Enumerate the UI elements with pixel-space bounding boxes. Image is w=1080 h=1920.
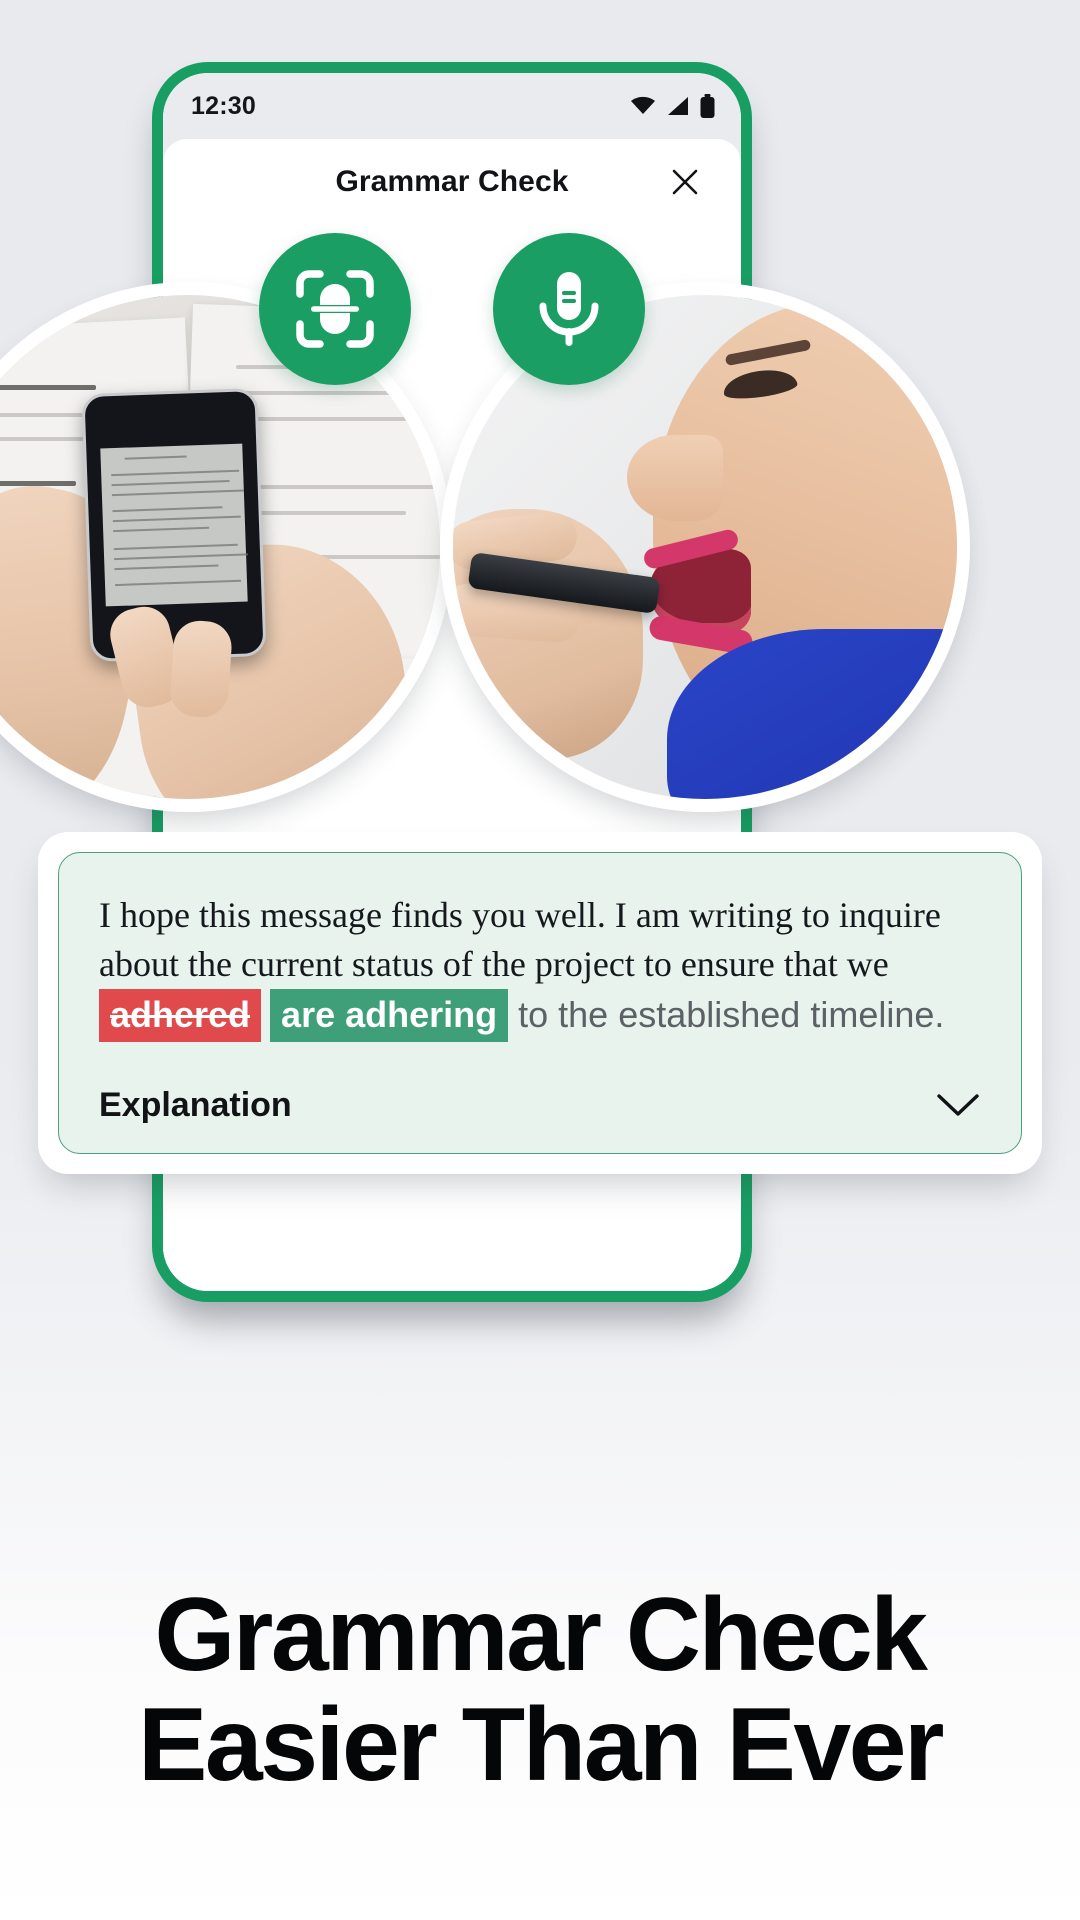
document-scan-icon — [296, 270, 374, 348]
headline-line-1: Grammar Check — [154, 1577, 928, 1693]
grammar-result-card: I hope this message finds you well. I am… — [38, 832, 1042, 1174]
explanation-label: Explanation — [99, 1085, 292, 1124]
chevron-down-icon — [937, 1094, 979, 1117]
close-icon-glyph — [672, 169, 698, 195]
sentence-part-2: to the established timeline. — [508, 993, 945, 1035]
nose — [627, 435, 723, 521]
grammar-result-inner: I hope this message finds you well. I am… — [58, 852, 1022, 1154]
sentence-part-1: I hope this message finds you well. I am… — [99, 895, 941, 984]
page-title: Grammar Check — [335, 165, 569, 198]
scanned-phone-device — [81, 388, 267, 662]
scan-document-button[interactable] — [259, 233, 411, 385]
scanned-document-preview — [100, 443, 249, 607]
marketing-headline: Grammar Check Easier Than Ever — [0, 1577, 1080, 1804]
voice-input-button[interactable] — [493, 233, 645, 385]
eye — [721, 365, 799, 403]
status-bar-time: 12:30 — [191, 91, 256, 120]
status-bar-icons — [630, 94, 715, 118]
cellular-signal-icon — [668, 97, 688, 115]
microphone-icon — [539, 272, 599, 346]
close-icon[interactable] — [663, 160, 707, 204]
app-header: Grammar Check — [163, 139, 741, 225]
incorrect-word-chip[interactable]: adhered — [99, 988, 262, 1042]
eyebrow — [724, 338, 812, 367]
correction-sentence: I hope this message finds you well. I am… — [99, 891, 981, 1042]
explanation-toggle[interactable]: Explanation — [99, 1086, 981, 1125]
wifi-icon — [631, 96, 655, 114]
headline-line-2: Easier Than Ever — [138, 1687, 944, 1804]
status-bar: 12:30 — [163, 73, 741, 139]
suggested-word-chip[interactable]: are adhering — [270, 988, 509, 1042]
battery-icon — [700, 94, 715, 118]
